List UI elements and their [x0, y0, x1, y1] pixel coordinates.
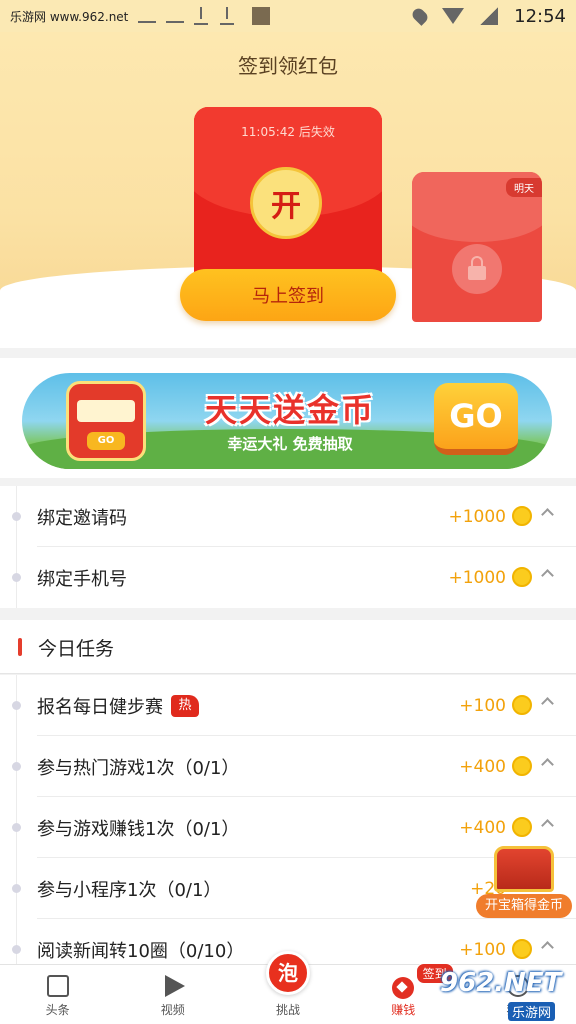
list-item[interactable]: 绑定邀请码 +1000 — [0, 486, 576, 547]
section-accent-bar — [18, 638, 22, 656]
hot-badge: 热 — [171, 694, 199, 717]
banner-title: 天天送金币 — [204, 391, 375, 429]
treasure-chest-icon — [494, 846, 554, 892]
status-bar: 乐游网 www.962.net 12:54 — [0, 0, 576, 32]
slot-go-label: GO — [87, 432, 125, 450]
nav-item-headlines[interactable]: 头条 — [0, 965, 115, 1024]
coin-icon — [512, 939, 532, 959]
today-task-list: 报名每日健步赛 热 +100 参与热门游戏1次（0/1） +400 参与游戏赚钱… — [0, 675, 576, 964]
lucky-draw-banner[interactable]: GO 天天送金币 幸运大礼 免费抽取 GO — [22, 373, 552, 469]
tomorrow-tag: 明天 — [506, 178, 542, 197]
sign-in-button[interactable]: 马上签到 — [180, 269, 396, 321]
task-label: 参与游戏赚钱1次（0/1） — [37, 818, 240, 840]
notification-icon — [166, 9, 185, 23]
bullet-dot — [12, 573, 21, 582]
wifi-icon — [442, 8, 465, 24]
bullet-dot — [12, 945, 21, 954]
chevron-up-icon[interactable] — [541, 508, 554, 521]
chevron-up-icon[interactable] — [541, 941, 554, 954]
lock-icon — [452, 244, 502, 294]
bullet-dot — [12, 823, 21, 832]
bind-task-list: 绑定邀请码 +1000 绑定手机号 +1000 — [0, 486, 576, 608]
coin-icon — [512, 567, 532, 587]
watermark-sub: 乐游网 — [508, 1002, 556, 1021]
signin-hero: 签到领红包 11:05:42 后失效 开 明天 马上签到 — [0, 32, 576, 348]
task-points: +400 — [459, 817, 506, 838]
envelope-expire-text: 11:05:42 后失效 — [241, 125, 335, 139]
task-label: 报名每日健步赛 热 — [37, 693, 199, 719]
earn-icon — [392, 977, 415, 999]
notification-icon — [138, 9, 157, 23]
task-points: +1000 — [448, 567, 506, 588]
coin-icon — [512, 506, 532, 526]
task-points: +1000 — [448, 506, 506, 527]
task-label: 参与小程序1次（0/1） — [37, 879, 222, 901]
bullet-dot — [12, 762, 21, 771]
coin-icon — [512, 756, 532, 776]
challenge-icon: 泡 — [266, 951, 310, 995]
clock: 12:54 — [514, 5, 566, 27]
task-points: +400 — [459, 756, 506, 777]
download-icon — [194, 7, 209, 25]
document-icon — [46, 975, 69, 997]
chevron-up-icon[interactable] — [541, 569, 554, 582]
open-envelope-button[interactable]: 开 — [250, 167, 322, 239]
task-label: 绑定邀请码 — [37, 507, 127, 529]
red-envelope-tomorrow: 明天 — [412, 172, 542, 322]
coin-icon — [512, 695, 532, 715]
chevron-up-icon[interactable] — [541, 697, 554, 710]
slot-machine-icon: GO — [66, 381, 146, 461]
list-item[interactable]: 绑定手机号 +1000 — [0, 547, 576, 608]
task-label: 参与热门游戏1次（0/1） — [37, 757, 240, 779]
banner-go-button[interactable]: GO — [434, 383, 518, 455]
bullet-dot — [12, 884, 21, 893]
bullet-dot — [12, 701, 21, 710]
signal-icon — [480, 7, 499, 25]
chevron-up-icon[interactable] — [541, 758, 554, 771]
treasure-chest-button[interactable]: 开宝箱得金币 — [476, 846, 572, 918]
coin-icon — [512, 817, 532, 837]
banner-section: GO 天天送金币 幸运大礼 免费抽取 GO — [0, 358, 576, 478]
image-notification-icon — [252, 7, 271, 25]
nav-label: 视频 — [160, 1003, 185, 1017]
nav-label: 赚钱 — [391, 1003, 416, 1017]
play-icon — [164, 975, 185, 997]
treasure-label: 开宝箱得金币 — [476, 894, 572, 918]
nav-item-video[interactable]: 视频 — [115, 965, 230, 1024]
location-icon — [410, 6, 431, 26]
nav-label: 挑战 — [276, 1003, 301, 1017]
chevron-up-icon[interactable] — [541, 819, 554, 832]
task-label: 绑定手机号 — [37, 568, 127, 590]
task-label-text: 报名每日健步赛 — [37, 696, 163, 718]
download-icon — [220, 7, 235, 25]
red-envelope-today[interactable]: 11:05:42 后失效 开 — [194, 107, 382, 287]
list-item[interactable]: 报名每日健步赛 热 +100 — [0, 675, 576, 736]
task-label: 阅读新闻转10圈（0/10） — [37, 940, 245, 962]
site-label: 乐游网 www.962.net — [10, 9, 129, 24]
task-points: +100 — [459, 939, 506, 960]
bullet-dot — [12, 512, 21, 521]
list-item[interactable]: 参与热门游戏1次（0/1） +400 — [0, 736, 576, 797]
banner-subtitle: 幸运大礼 免费抽取 — [227, 435, 353, 453]
section-title: 今日任务 — [38, 638, 115, 660]
task-points: +100 — [459, 695, 506, 716]
nav-label: 头条 — [45, 1003, 70, 1017]
page-title: 签到领红包 — [238, 54, 338, 78]
section-header: 今日任务 — [0, 620, 576, 674]
watermark-logo: 962.NET — [440, 968, 562, 998]
nav-item-challenge[interactable]: 泡 挑战 — [230, 951, 345, 1024]
